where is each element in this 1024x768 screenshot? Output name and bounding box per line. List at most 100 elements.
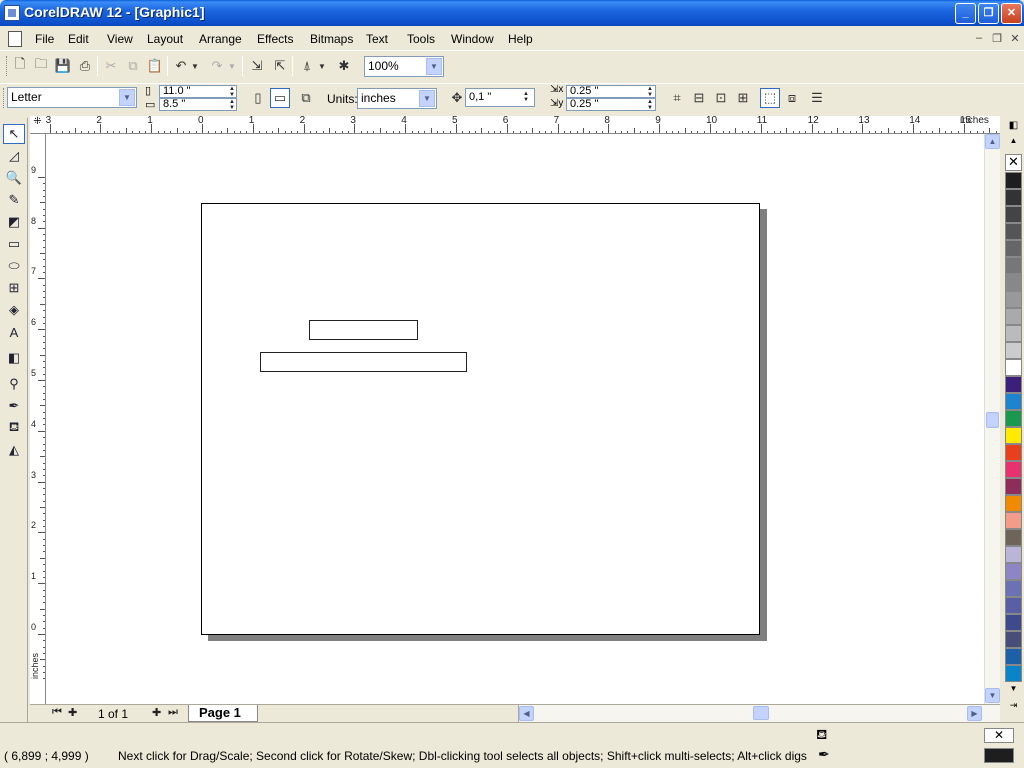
- document-icon[interactable]: [8, 31, 22, 47]
- color-swatch[interactable]: [1005, 580, 1022, 597]
- treat-as-filled-icon[interactable]: ⌗: [667, 88, 687, 108]
- menu-tools[interactable]: Tools: [407, 32, 435, 46]
- drawing-canvas[interactable]: [46, 134, 984, 704]
- export-icon[interactable]: ⇱: [270, 56, 290, 76]
- interactive-fill-tool-icon[interactable]: ◭: [3, 440, 25, 460]
- snap-to-objects-icon[interactable]: ⊞: [733, 88, 753, 108]
- color-swatch[interactable]: [1005, 274, 1022, 291]
- copy-icon[interactable]: ⧉: [123, 56, 143, 76]
- no-color-swatch[interactable]: ✕: [1005, 154, 1022, 171]
- scroll-right-icon[interactable]: ▶: [967, 706, 982, 721]
- color-swatch[interactable]: [1005, 631, 1022, 648]
- application-launcher-icon[interactable]: ⍋: [297, 56, 317, 76]
- rectangle-object[interactable]: [309, 320, 418, 340]
- outline-tool-icon[interactable]: ✒: [3, 396, 25, 416]
- color-swatch[interactable]: [1005, 206, 1022, 223]
- color-swatch[interactable]: [1005, 529, 1022, 546]
- cut-icon[interactable]: ✂: [101, 56, 121, 76]
- eyedropper-tool-icon[interactable]: ⚲: [3, 374, 25, 394]
- menu-file[interactable]: File: [35, 32, 54, 46]
- menu-arrange[interactable]: Arrange: [199, 32, 242, 46]
- scroll-up-icon[interactable]: ▲: [985, 134, 1000, 149]
- launcher-dropdown-icon[interactable]: ▼: [317, 56, 327, 76]
- coreldraw-app-icon[interactable]: [4, 5, 20, 21]
- menu-effects[interactable]: Effects: [257, 32, 293, 46]
- rectangle-tool-icon[interactable]: ▭: [3, 234, 25, 254]
- color-swatch[interactable]: [1005, 563, 1022, 580]
- menu-help[interactable]: Help: [508, 32, 533, 46]
- color-swatch[interactable]: [1005, 172, 1022, 189]
- close-button[interactable]: ✕: [1001, 3, 1022, 24]
- rectangle-object[interactable]: [260, 352, 467, 372]
- redo-icon[interactable]: ↷: [207, 56, 227, 76]
- color-swatch[interactable]: [1005, 648, 1022, 665]
- menu-layout[interactable]: Layout: [147, 32, 183, 46]
- last-page-icon[interactable]: ⏭: [168, 706, 178, 719]
- color-swatch[interactable]: [1005, 478, 1022, 495]
- color-swatch[interactable]: [1005, 359, 1022, 376]
- add-page-after-icon[interactable]: ✚: [152, 706, 161, 719]
- color-swatch[interactable]: [1005, 376, 1022, 393]
- graph-paper-tool-icon[interactable]: ⊞: [3, 278, 25, 298]
- chevron-down-icon[interactable]: ▼: [426, 58, 442, 75]
- menu-window[interactable]: Window: [451, 32, 494, 46]
- color-swatch[interactable]: [1005, 546, 1022, 563]
- scroll-left-icon[interactable]: ◀: [519, 706, 534, 721]
- horizontal-scroll-thumb[interactable]: [753, 706, 769, 720]
- text-tool-icon[interactable]: A: [3, 322, 25, 342]
- ellipse-tool-icon[interactable]: ⬭: [3, 256, 25, 276]
- open-icon[interactable]: 🗀: [31, 56, 51, 76]
- color-swatch[interactable]: [1005, 189, 1022, 206]
- scroll-down-icon[interactable]: ▼: [985, 688, 1000, 703]
- color-swatch[interactable]: [1005, 308, 1022, 325]
- horizontal-scrollbar[interactable]: ◀ ▶: [518, 705, 1000, 722]
- basic-shapes-tool-icon[interactable]: ◈: [3, 300, 25, 320]
- page-height-field[interactable]: 8.5 ": [159, 98, 237, 111]
- color-swatch[interactable]: [1005, 512, 1022, 529]
- import-icon[interactable]: ⇲: [247, 56, 267, 76]
- outline-color-indicator[interactable]: ✕: [984, 728, 1014, 743]
- color-swatch[interactable]: [1005, 461, 1022, 478]
- duplicate-distance-x-field[interactable]: 0.25 ": [566, 85, 656, 98]
- apply-all-pages-icon[interactable]: ⧉: [296, 88, 316, 108]
- menu-edit[interactable]: Edit: [68, 32, 89, 46]
- new-document-icon[interactable]: 🗋: [10, 56, 30, 76]
- pick-tool-icon[interactable]: ↖: [3, 124, 25, 144]
- vertical-ruler[interactable]: 9 8 7 6 5 4 3 2 1 0 inches: [30, 134, 46, 704]
- snap-to-guidelines-icon[interactable]: ⊡: [711, 88, 731, 108]
- corel-online-icon[interactable]: ✱: [334, 56, 354, 76]
- palette-expand-icon[interactable]: ⇥: [1005, 700, 1022, 714]
- maximize-button[interactable]: ❐: [978, 3, 999, 24]
- redo-dropdown-icon[interactable]: ▼: [227, 56, 237, 76]
- transform-options-icon[interactable]: ⧈: [782, 88, 802, 108]
- minimize-button[interactable]: _: [955, 3, 976, 24]
- add-page-before-icon[interactable]: ✚: [68, 706, 77, 719]
- first-page-icon[interactable]: ⏮: [52, 706, 62, 719]
- color-swatch[interactable]: [1005, 325, 1022, 342]
- palette-scroll-down-icon[interactable]: ▼: [1005, 684, 1022, 698]
- shape-tool-icon[interactable]: ◿: [3, 146, 25, 166]
- page-width-field[interactable]: 11.0 ": [159, 85, 237, 98]
- paper-size-select[interactable]: Letter ▼: [7, 87, 137, 108]
- color-swatch[interactable]: [1005, 240, 1022, 257]
- color-swatch[interactable]: [1005, 223, 1022, 240]
- menu-bitmaps[interactable]: Bitmaps: [310, 32, 353, 46]
- undo-dropdown-icon[interactable]: ▼: [190, 56, 200, 76]
- select-tool-option-icon[interactable]: ⬚: [760, 88, 780, 108]
- color-swatch[interactable]: [1005, 393, 1022, 410]
- ruler-origin[interactable]: ⁜: [30, 116, 46, 134]
- color-swatch[interactable]: [1005, 665, 1022, 682]
- color-swatch[interactable]: [1005, 495, 1022, 512]
- color-swatch[interactable]: [1005, 614, 1022, 631]
- interactive-blend-tool-icon[interactable]: ◧: [3, 348, 25, 368]
- smart-fill-tool-icon[interactable]: ◩: [3, 212, 25, 232]
- dup-x-spinner-icon[interactable]: ▲ ▼: [645, 86, 655, 98]
- horizontal-ruler[interactable]: 3 2 1 0 1 2 3 4 5 6 7 8 9 10 11 12 13 14 15 inches: [45, 116, 1000, 134]
- color-swatch[interactable]: [1005, 410, 1022, 427]
- nudge-spinner-icon[interactable]: ▲ ▼: [521, 91, 531, 103]
- landscape-orientation-icon[interactable]: ▭: [270, 88, 290, 108]
- color-swatch[interactable]: [1005, 257, 1022, 274]
- vertical-scrollbar[interactable]: ▲ ▼: [984, 134, 1000, 704]
- color-swatch[interactable]: [1005, 597, 1022, 614]
- options-icon[interactable]: ☰: [807, 88, 827, 108]
